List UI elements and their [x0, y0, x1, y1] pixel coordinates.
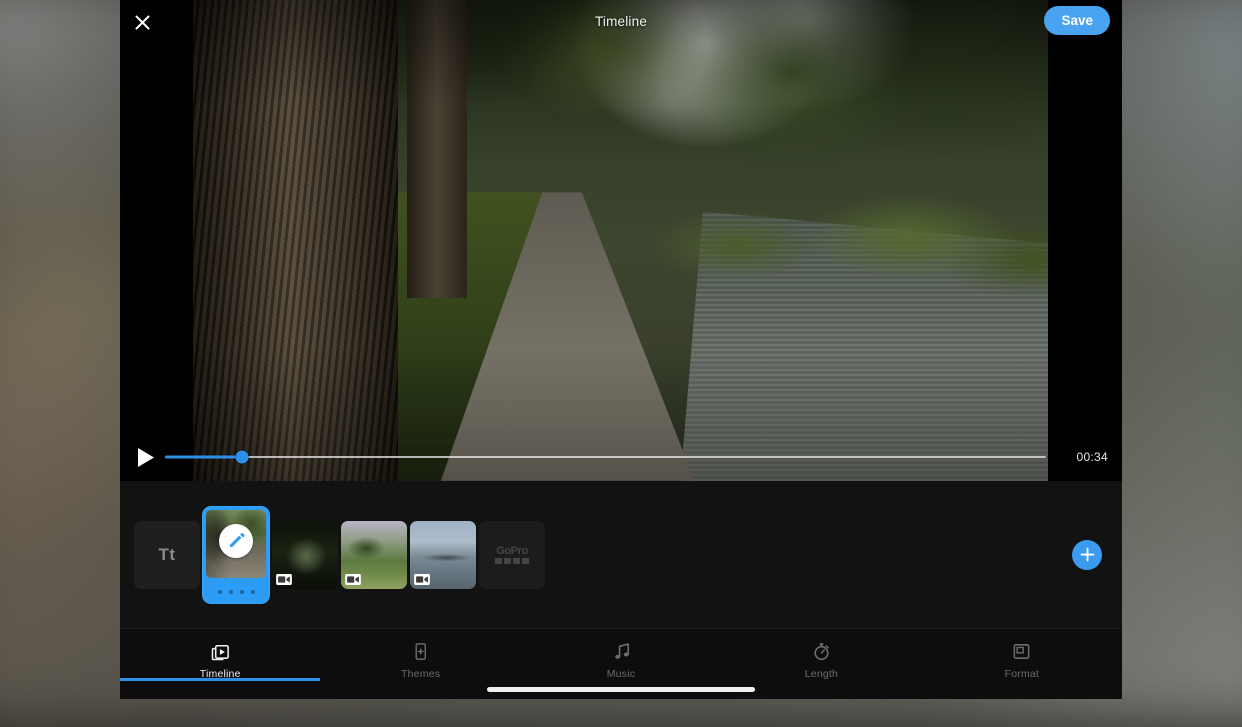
- stopwatch-icon: [811, 640, 832, 662]
- gopro-bar: [504, 557, 511, 564]
- handle-dot: [250, 589, 255, 594]
- video-clip-2[interactable]: [272, 520, 338, 589]
- gopro-wordmark: GoPro: [496, 544, 528, 557]
- gopro-bar: [513, 557, 520, 564]
- clip-list: Tt GoPro: [134, 481, 548, 628]
- transport-bar: 00:34: [120, 433, 1122, 481]
- video-clip-1[interactable]: [203, 506, 269, 603]
- gopro-logo: GoPro: [495, 544, 529, 564]
- video-camera-icon: [276, 573, 292, 585]
- tab-format[interactable]: Format: [922, 629, 1122, 699]
- scrubber-track: [165, 456, 1046, 458]
- active-tab-underline: [120, 678, 321, 681]
- time-remaining-label: 00:34: [1076, 450, 1108, 464]
- scrubber-thumb[interactable]: [235, 450, 249, 464]
- title-card-label: Tt: [158, 544, 176, 564]
- aspect-ratio-icon: [1011, 640, 1032, 662]
- video-clip-4[interactable]: [410, 520, 476, 589]
- handle-dot: [228, 589, 233, 594]
- save-button[interactable]: Save: [1044, 6, 1110, 35]
- theme-sparkle-icon: [410, 640, 431, 662]
- tab-label: Themes: [401, 668, 441, 680]
- pencil-edit-icon: [229, 533, 244, 548]
- video-editor-app-window: 00:34 Timeline Save Tt GoPro Timeline Th…: [120, 0, 1122, 699]
- title-card-clip[interactable]: Tt: [134, 520, 200, 589]
- add-clip-button[interactable]: [1072, 539, 1102, 570]
- tab-label: Music: [606, 668, 636, 680]
- scrubber-progress: [165, 455, 242, 459]
- page-title: Timeline: [594, 13, 648, 29]
- video-vignette: [193, 0, 1048, 481]
- timeline-clip-strip[interactable]: Tt GoPro: [120, 481, 1122, 628]
- plus-icon: [1080, 547, 1094, 562]
- gopro-bar: [522, 557, 529, 564]
- video-preview-frame[interactable]: [193, 0, 1048, 481]
- home-indicator: [487, 687, 755, 692]
- handle-dot: [217, 589, 222, 594]
- video-player-stage[interactable]: 00:34: [120, 0, 1122, 481]
- video-camera-icon: [414, 573, 430, 585]
- app-header: Timeline Save: [120, 0, 1122, 42]
- tab-label: Length: [804, 668, 839, 680]
- tab-label: Format: [1004, 668, 1040, 680]
- playhead-scrubber[interactable]: [165, 450, 1046, 464]
- gopro-outro-clip[interactable]: GoPro: [479, 520, 545, 589]
- play-button[interactable]: [132, 444, 158, 470]
- edit-clip-button[interactable]: [219, 523, 253, 558]
- gopro-bars: [495, 557, 529, 564]
- video-camera-icon: [345, 573, 361, 585]
- play-triangle-icon: [137, 447, 154, 467]
- music-note-icon: [611, 640, 632, 662]
- clip-handle-dots[interactable]: [203, 589, 269, 594]
- handle-dot: [239, 589, 244, 594]
- gopro-bar: [495, 557, 502, 564]
- bottom-tab-bar: Timeline Themes Music Length Format: [120, 628, 1122, 699]
- tab-timeline[interactable]: Timeline: [120, 629, 321, 699]
- timeline-clips-icon: [210, 640, 231, 662]
- video-clip-3[interactable]: [341, 520, 407, 589]
